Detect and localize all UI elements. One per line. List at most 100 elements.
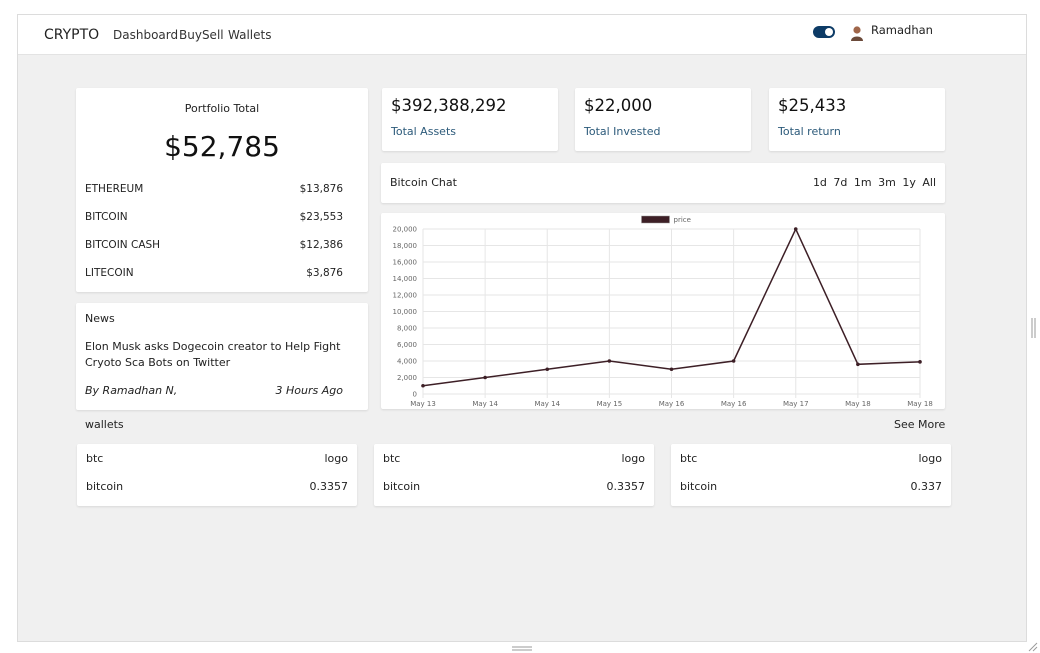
x-tick-label: May 13 <box>410 400 436 408</box>
wallet-symbol: btc <box>86 452 104 465</box>
news-author: By Ramadhan N, <box>85 384 178 397</box>
range-1y[interactable]: 1y <box>902 176 916 189</box>
wallet-card[interactable]: btc logo bitcoin 0.337 <box>671 444 951 506</box>
data-point <box>731 359 736 363</box>
see-more-link[interactable]: See More <box>894 418 945 431</box>
toggle-knob <box>825 28 833 36</box>
wallet-amount: 0.3357 <box>606 480 646 493</box>
coin-row: ETHEREUM $13,876 <box>85 183 343 197</box>
y-tick-label: 6,000 <box>397 341 417 349</box>
data-point <box>483 375 487 380</box>
coin-value: $12,386 <box>299 239 343 251</box>
stat-card-total-return: $25,433 Total return <box>769 88 945 151</box>
y-tick-label: 4,000 <box>397 358 417 366</box>
nav-link-dashboard[interactable]: Dashboard <box>113 28 178 42</box>
coin-name: ETHEREUM <box>85 183 144 195</box>
nav-link-buysell[interactable]: BuySell <box>179 28 224 42</box>
data-point <box>545 367 550 372</box>
x-tick-label: May 16 <box>721 400 747 408</box>
coin-name: BITCOIN <box>85 211 128 223</box>
x-tick-label: May 15 <box>597 400 623 408</box>
news-card: News Elon Musk asks Dogecoin creator to … <box>76 303 368 410</box>
portfolio-total: $52,785 <box>164 130 280 163</box>
news-heading: News <box>85 312 115 325</box>
portfolio-card: Portfolio Total $52,785 ETHEREUM $13,876… <box>76 88 368 292</box>
coin-row: BITCOIN $23,553 <box>85 211 343 225</box>
legend-label: price <box>674 216 691 224</box>
y-tick-label: 20,000 <box>393 226 418 234</box>
data-point <box>421 383 425 388</box>
wallet-logo: logo <box>324 452 349 465</box>
news-title[interactable]: Elon Musk asks Dogecoin creator to Help … <box>85 339 360 371</box>
y-tick-label: 2,000 <box>397 374 417 382</box>
data-point <box>607 359 612 363</box>
stat-value: $25,433 <box>778 96 847 115</box>
news-time: 3 Hours Ago <box>275 384 343 397</box>
wallets-label: wallets <box>85 418 124 431</box>
range-1d[interactable]: 1d <box>813 176 827 189</box>
y-tick-label: 16,000 <box>393 259 418 267</box>
x-tick-label: May 18 <box>907 400 933 408</box>
price-chart-card: 0 2,000 4,000 6,000 8,000 10,000 12,000 14,000 1… <box>381 213 945 409</box>
resize-grip-corner[interactable] <box>1028 642 1038 652</box>
data-point <box>918 360 922 364</box>
app-window: CRYPTO Dashboard BuySell Wallets Ramadha… <box>17 14 1027 642</box>
coin-row: LITECOIN $3,876 <box>85 267 343 281</box>
price-chart: 0 2,000 4,000 6,000 8,000 10,000 12,000 14,000 1… <box>393 215 933 408</box>
coin-value: $23,553 <box>299 211 343 223</box>
x-tick-label: May 16 <box>659 400 685 408</box>
y-tick-label: 10,000 <box>393 308 418 316</box>
range-7d[interactable]: 7d <box>833 176 847 189</box>
y-tick-label: 12,000 <box>393 292 418 300</box>
username[interactable]: Ramadhan <box>871 23 933 37</box>
y-tick-label: 0 <box>413 391 417 399</box>
y-tick-label: 18,000 <box>393 242 418 250</box>
range-all[interactable]: All <box>922 176 936 189</box>
wallet-amount: 0.337 <box>910 480 943 493</box>
wallet-symbol: btc <box>383 452 401 465</box>
stat-label: Total Invested <box>584 125 661 138</box>
y-tick-label: 8,000 <box>397 325 417 333</box>
wallet-name: bitcoin <box>86 480 124 493</box>
data-point <box>793 227 798 231</box>
stat-card-total-invested: $22,000 Total Invested <box>575 88 751 151</box>
coin-name: LITECOIN <box>85 267 134 279</box>
wallet-logo: logo <box>621 452 646 465</box>
data-point <box>669 367 674 372</box>
theme-toggle[interactable] <box>813 26 835 38</box>
coin-row: BITCOIN CASH $12,386 <box>85 239 343 253</box>
resize-handle-right[interactable] <box>1031 318 1036 338</box>
x-tick-label: May 14 <box>472 400 498 408</box>
stat-card-total-assets: $392,388,292 Total Assets <box>382 88 558 151</box>
navbar: CRYPTO Dashboard BuySell Wallets Ramadha… <box>18 15 1026 55</box>
stat-label: Total return <box>778 125 841 138</box>
resize-handle-bottom[interactable] <box>512 646 532 651</box>
wallet-card[interactable]: btc logo bitcoin 0.3357 <box>77 444 357 506</box>
stat-label: Total Assets <box>391 125 456 138</box>
brand-logo[interactable]: CRYPTO <box>44 27 99 43</box>
data-point <box>856 362 860 367</box>
chart-title: Bitcoin Chat <box>390 176 457 189</box>
chart-header: Bitcoin Chat 1d 7d 1m 3m 1y All <box>381 163 945 203</box>
time-range-selector: 1d 7d 1m 3m 1y All <box>810 176 936 189</box>
range-1m[interactable]: 1m <box>854 176 872 189</box>
x-tick-label: May 17 <box>783 400 809 408</box>
wallet-name: bitcoin <box>680 480 718 493</box>
range-3m[interactable]: 3m <box>878 176 896 189</box>
portfolio-title: Portfolio Total <box>184 102 260 115</box>
avatar[interactable] <box>850 25 864 41</box>
wallet-logo: logo <box>918 452 943 465</box>
legend-swatch <box>641 215 670 224</box>
x-tick-label: May 18 <box>845 400 871 408</box>
wallet-symbol: btc <box>680 452 698 465</box>
y-tick-label: 14,000 <box>393 275 418 283</box>
coin-name: BITCOIN CASH <box>85 239 161 251</box>
wallet-amount: 0.3357 <box>309 480 349 493</box>
wallet-name: bitcoin <box>383 480 421 493</box>
stat-value: $392,388,292 <box>391 96 507 115</box>
wallet-card[interactable]: btc logo bitcoin 0.3357 <box>374 444 654 506</box>
stat-value: $22,000 <box>584 96 653 115</box>
coin-value: $13,876 <box>299 183 343 195</box>
coin-value: $3,876 <box>306 267 343 279</box>
nav-link-wallets[interactable]: Wallets <box>228 28 271 42</box>
